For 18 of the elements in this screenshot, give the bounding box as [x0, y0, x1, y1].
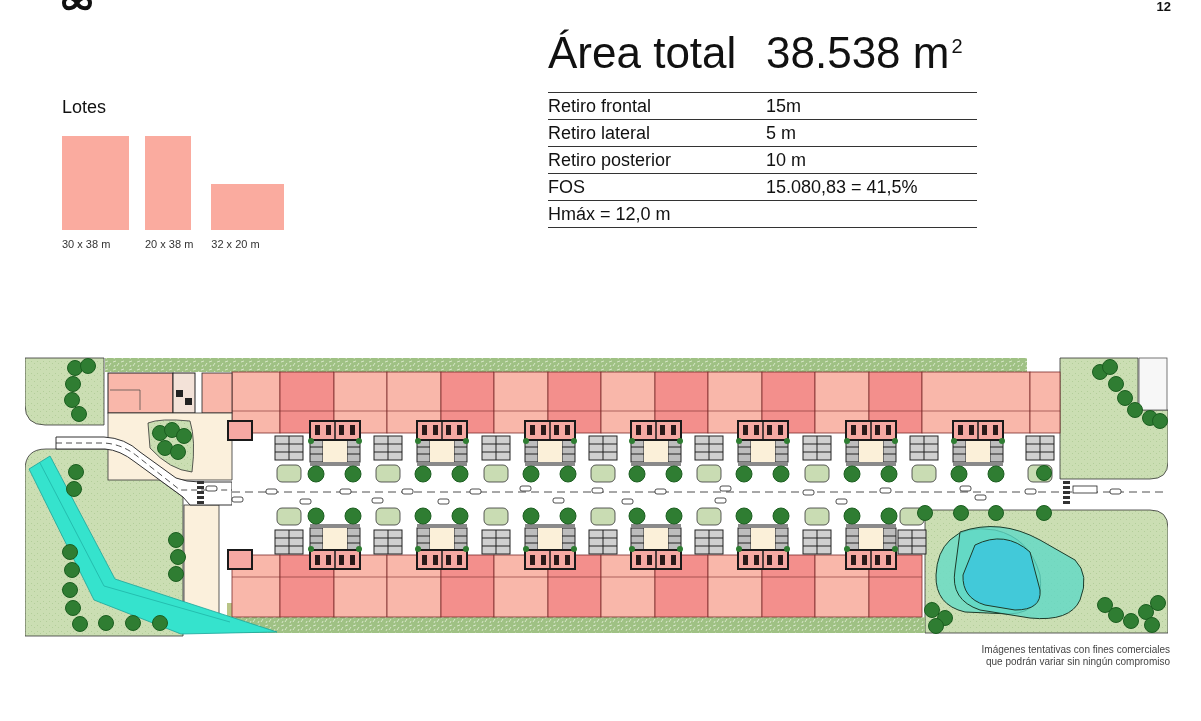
parameter-label: Retiro posterior [548, 150, 673, 170]
page-number: 12 [1156, 0, 1171, 13]
area-label: Área total [548, 31, 738, 75]
lot-size-label: 32 x 20 m [211, 238, 260, 251]
area-value: 38.538 m$^{2}$ [766, 31, 963, 75]
infinity-logo-icon [62, 0, 92, 12]
lot-size-label: 30 x 38 m [62, 238, 111, 251]
disclaimer-text: Imágenes tentativas con fines comerciales que podrán variar sin ningún compromiso [981, 644, 1170, 668]
parameter-label: FOS [548, 177, 586, 197]
parameter-label: Retiro frontal [548, 96, 653, 116]
parameter-value: 5 m [766, 123, 796, 143]
parameter-value: 15.080,83 = 41,5% [766, 177, 918, 197]
parameter-value: 15m [766, 96, 801, 116]
parameter-label: Hmáx = 12,0 m [548, 204, 672, 224]
lots-title: Lotes [62, 98, 107, 116]
lot-size-label: 20 x 38 m [145, 238, 194, 251]
parameter-value: 10 m [766, 150, 807, 170]
parameter-label: Retiro lateral [548, 123, 652, 143]
